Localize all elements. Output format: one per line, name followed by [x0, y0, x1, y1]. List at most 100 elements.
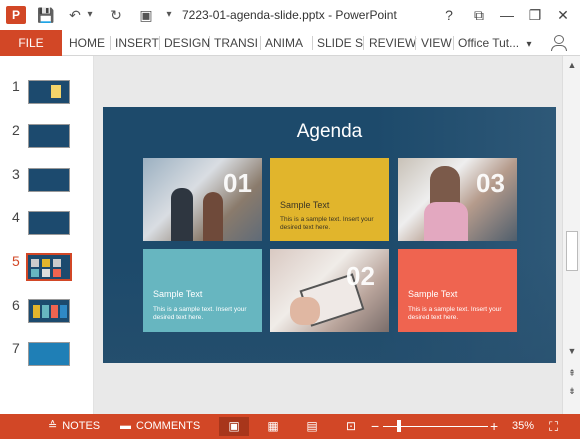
thumb-tile: [33, 305, 40, 318]
redo-icon[interactable]: ↻: [106, 5, 126, 25]
tab-divider: [415, 36, 416, 50]
zoom-in-icon[interactable]: +: [490, 414, 498, 439]
slide-thumbnail-2[interactable]: [28, 124, 70, 148]
tab-design[interactable]: DESIGN: [164, 30, 210, 56]
tab-slide-show[interactable]: SLIDE S: [317, 30, 363, 56]
agenda-photo-tile-3[interactable]: 03: [398, 158, 517, 241]
zoom-out-icon[interactable]: −: [371, 414, 379, 439]
tile-body: This is a sample text. Insert your desir…: [408, 306, 502, 321]
hand-photo: [290, 297, 320, 325]
zoom-slider-thumb[interactable]: [397, 420, 401, 432]
slide-number: 3: [12, 166, 20, 182]
zoom-level[interactable]: 35%: [512, 414, 534, 439]
ribbon-display-options-icon[interactable]: ⧉: [466, 4, 492, 26]
woman-shirt: [424, 202, 468, 241]
tab-divider: [209, 36, 210, 50]
slide-number: 2: [12, 122, 20, 138]
comments-icon: ▬: [120, 420, 131, 432]
tile-heading: Sample Text: [153, 289, 203, 299]
user-avatar-icon[interactable]: [548, 34, 570, 52]
tile-body: This is a sample text. Insert your desir…: [153, 306, 247, 321]
scroll-up-icon[interactable]: ▲: [565, 58, 579, 72]
customize-toolbar-icon[interactable]: ▾: [162, 5, 176, 25]
slide-number: 6: [12, 297, 20, 313]
thumb-tile: [51, 305, 58, 318]
tab-divider: [312, 36, 313, 50]
tab-divider: [453, 36, 454, 50]
undo-icon[interactable]: ↶: [66, 5, 84, 25]
thumb-tile: [42, 305, 49, 318]
comments-button[interactable]: ▬ COMMENTS: [120, 414, 200, 439]
tab-divider: [260, 36, 261, 50]
undo-dropdown-icon[interactable]: ▾: [84, 5, 96, 25]
agenda-text-tile-1[interactable]: Sample Text This is a sample text. Inser…: [270, 158, 389, 241]
scroll-down-icon[interactable]: ▼: [565, 344, 579, 358]
powerpoint-logo-icon: P: [6, 6, 26, 24]
thumb-tile: [42, 269, 50, 277]
slide-thumbnail-7[interactable]: [28, 342, 70, 366]
tab-view[interactable]: VIEW: [421, 30, 452, 56]
agenda-number-01: 01: [223, 168, 252, 198]
scroll-thumb[interactable]: [566, 231, 578, 271]
agenda-number-03: 03: [476, 168, 505, 198]
reading-view-icon[interactable]: ▤: [297, 417, 327, 436]
ribbon-tabs: FILE HOME INSERT DESIGN TRANSI ANIMA SLI…: [0, 30, 580, 56]
tile-heading: Sample Text: [408, 289, 458, 299]
status-bar: ≙ NOTES ▬ COMMENTS ▣ ▦ ▤ ⊡ − + 35% ⛶: [0, 414, 580, 439]
people-photo-2: [203, 192, 223, 241]
account-dropdown-icon[interactable]: ▾: [526, 39, 531, 50]
document-title: 7223-01-agenda-slide.pptx - PowerPoint: [182, 8, 397, 22]
tile-body: This is a sample text. Insert your desir…: [280, 216, 374, 231]
current-slide[interactable]: Agenda 01 Sample Text This is a sample t…: [103, 107, 556, 363]
tab-review[interactable]: REVIEW: [369, 30, 416, 56]
slide-thumbnail-4[interactable]: [28, 211, 70, 235]
title-bar: P 💾 ↶ ▾ ↻ ▣ ▾ 7223-01-agenda-slide.pptx …: [0, 0, 580, 30]
slide-title[interactable]: Agenda: [103, 121, 556, 143]
agenda-text-tile-2[interactable]: Sample Text This is a sample text. Inser…: [143, 249, 262, 332]
help-icon[interactable]: ?: [436, 4, 462, 26]
thumb-graphic: [51, 85, 61, 98]
minimize-icon[interactable]: —: [494, 4, 520, 26]
thumb-tile: [31, 259, 39, 267]
agenda-photo-tile-1[interactable]: 01: [143, 158, 262, 241]
close-icon[interactable]: ✕: [550, 4, 576, 26]
agenda-photo-tile-2[interactable]: 02: [270, 249, 389, 332]
agenda-text-tile-3[interactable]: Sample Text This is a sample text. Inser…: [398, 249, 517, 332]
tab-divider: [363, 36, 364, 50]
tile-heading: Sample Text: [280, 200, 330, 210]
slide-thumbnail-pane: 1 2 3 4 5 6 7: [0, 56, 94, 414]
slide-thumbnail-5[interactable]: [26, 253, 72, 281]
thumb-tile: [60, 305, 67, 318]
thumb-tile: [53, 259, 61, 267]
tab-insert[interactable]: INSERT: [115, 30, 159, 56]
comments-label: COMMENTS: [136, 420, 201, 432]
restore-icon[interactable]: ❐: [522, 4, 548, 26]
fit-slide-icon[interactable]: ⛶: [549, 414, 558, 439]
previous-slide-icon[interactable]: ⇞: [565, 366, 579, 380]
tab-transitions[interactable]: TRANSI: [214, 30, 258, 56]
tab-divider: [110, 36, 111, 50]
next-slide-icon[interactable]: ⇟: [565, 384, 579, 398]
people-photo: [171, 188, 193, 241]
file-tab[interactable]: FILE: [0, 30, 62, 56]
thumb-tile: [53, 269, 61, 277]
slide-thumbnail-6[interactable]: [28, 299, 70, 323]
slide-show-icon[interactable]: ⊡: [336, 417, 366, 436]
account-label: Office Tut...: [458, 36, 520, 50]
account-name[interactable]: Office Tut... ▾: [458, 30, 532, 56]
slide-sorter-icon[interactable]: ▦: [258, 417, 288, 436]
notes-button[interactable]: ≙ NOTES: [48, 414, 100, 439]
normal-view-icon[interactable]: ▣: [219, 417, 249, 436]
slide-thumbnail-1[interactable]: [28, 80, 70, 104]
slide-number: 1: [12, 78, 20, 94]
save-icon[interactable]: 💾: [36, 5, 56, 25]
thumb-tile: [31, 269, 39, 277]
notes-label: NOTES: [62, 420, 101, 432]
present-from-beginning-icon[interactable]: ▣: [136, 5, 156, 25]
slide-thumbnail-3[interactable]: [28, 168, 70, 192]
vertical-scrollbar[interactable]: ▲ ▼ ⇞ ⇟: [562, 56, 580, 414]
tab-animations[interactable]: ANIMA: [265, 30, 303, 56]
slide-number: 4: [12, 209, 20, 225]
tab-home[interactable]: HOME: [69, 30, 105, 56]
thumb-tile: [42, 259, 50, 267]
